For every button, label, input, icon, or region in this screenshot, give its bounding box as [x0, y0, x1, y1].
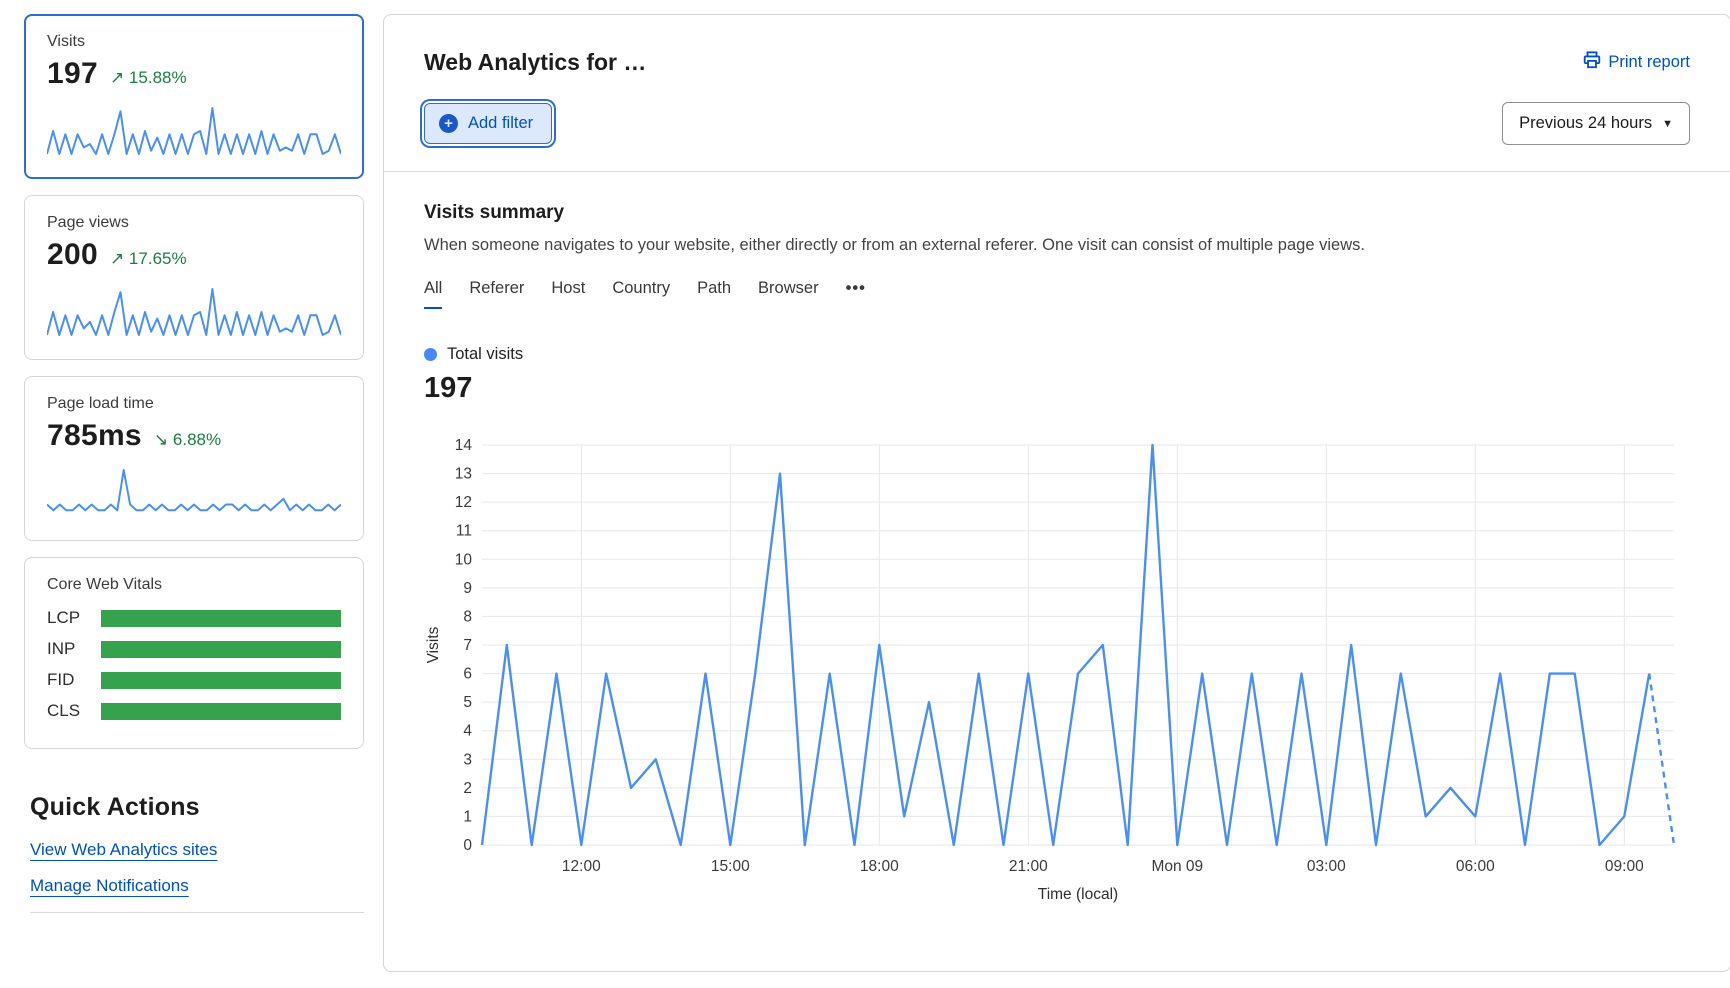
vital-bar-good: [101, 672, 341, 689]
metric-card-visits[interactable]: Visits 197 ↗ 15.88%: [24, 14, 364, 179]
plus-circle-icon: +: [439, 114, 458, 133]
chevron-down-icon: ▼: [1662, 118, 1673, 130]
vital-row-cls: CLS: [47, 701, 341, 721]
quick-action-link[interactable]: View Web Analytics sites: [30, 840, 217, 860]
metric-delta: ↗ 15.88%: [110, 68, 187, 88]
svg-text:13: 13: [455, 466, 472, 483]
page: Visits197↗ 15.88%Page views200↗ 17.65%Pa…: [0, 0, 1730, 972]
svg-text:2: 2: [463, 780, 472, 797]
vital-label: LCP: [47, 608, 85, 628]
quick-action-link[interactable]: Manage Notifications: [30, 876, 189, 896]
metric-card-page-load-time[interactable]: Page load time 785ms ↘ 6.88%: [24, 376, 364, 541]
svg-text:9: 9: [463, 580, 472, 597]
metrics-sidebar: Visits197↗ 15.88%Page views200↗ 17.65%Pa…: [24, 14, 364, 972]
legend-dot-icon: [424, 348, 437, 361]
visits-summary-section: Visits summary When someone navigates to…: [384, 172, 1730, 916]
quick-actions-title: Quick Actions: [30, 793, 364, 822]
add-filter-label: Add filter: [468, 114, 533, 133]
printer-icon: [1583, 51, 1601, 74]
panel-header: Web Analytics for … Print report + A: [384, 15, 1730, 171]
svg-text:09:00: 09:00: [1605, 858, 1644, 875]
svg-text:15:00: 15:00: [711, 858, 750, 875]
tab-country[interactable]: Country: [612, 279, 670, 309]
svg-text:03:00: 03:00: [1307, 858, 1346, 875]
svg-text:12: 12: [455, 494, 472, 511]
svg-text:0: 0: [463, 837, 472, 854]
vital-row-lcp: LCP: [47, 608, 341, 628]
print-report-label: Print report: [1608, 53, 1690, 72]
metric-card-title: Page load time: [47, 395, 341, 413]
chart-legend: Total visits: [424, 345, 1690, 364]
svg-text:5: 5: [463, 694, 472, 711]
vital-row-fid: FID: [47, 670, 341, 690]
tab-overflow-menu[interactable]: •••: [846, 279, 866, 309]
vital-label: CLS: [47, 701, 85, 721]
metric-card-list: Visits197↗ 15.88%Page views200↗ 17.65%Pa…: [24, 14, 364, 541]
visits-line-chart: 0123456789101112131412:0015:0018:0021:00…: [424, 433, 1690, 916]
svg-text:Time (local): Time (local): [1038, 886, 1118, 903]
svg-text:8: 8: [463, 608, 472, 625]
metric-value: 200: [47, 238, 98, 272]
vital-bar-good: [101, 641, 341, 658]
page-title: Web Analytics for …: [424, 49, 646, 76]
tab-path[interactable]: Path: [697, 279, 731, 309]
metric-card-title: Page views: [47, 214, 341, 232]
metric-card-value-row: 200 ↗ 17.65%: [47, 238, 341, 272]
svg-text:Mon 09: Mon 09: [1151, 858, 1203, 875]
metric-card-value-row: 785ms ↘ 6.88%: [47, 419, 341, 453]
svg-text:Visits: Visits: [425, 626, 442, 663]
dimension-tabs: All Referer Host Country Path Browser •••: [424, 279, 1690, 309]
svg-text:11: 11: [456, 523, 472, 540]
vital-bar-good: [101, 703, 341, 720]
add-filter-button[interactable]: + Add filter: [424, 103, 552, 144]
svg-text:1: 1: [463, 808, 472, 825]
svg-text:18:00: 18:00: [860, 858, 899, 875]
time-range-dropdown[interactable]: Previous 24 hours ▼: [1502, 102, 1690, 145]
metric-delta: ↘ 6.88%: [154, 430, 221, 450]
quick-actions: Quick Actions View Web Analytics sites Ma…: [24, 793, 364, 913]
vital-label: INP: [47, 639, 85, 659]
visits-summary-description: When someone navigates to your website, …: [424, 236, 1690, 255]
svg-text:7: 7: [463, 637, 472, 654]
core-web-vitals-rows: LCP INP FID CLS: [47, 608, 341, 721]
metric-sparkline: [47, 105, 341, 162]
svg-text:14: 14: [455, 437, 473, 454]
core-web-vitals-card[interactable]: Core Web Vitals LCP INP FID CLS: [24, 557, 364, 749]
sidebar-divider: [30, 912, 364, 913]
analytics-panel: Web Analytics for … Print report + A: [383, 14, 1730, 972]
svg-text:06:00: 06:00: [1456, 858, 1495, 875]
metric-card-title: Visits: [47, 33, 341, 51]
metric-sparkline: [47, 286, 341, 343]
svg-text:3: 3: [463, 751, 472, 768]
vital-row-inp: INP: [47, 639, 341, 659]
svg-text:21:00: 21:00: [1009, 858, 1048, 875]
tab-referer[interactable]: Referer: [469, 279, 524, 309]
print-report-link[interactable]: Print report: [1583, 51, 1690, 74]
vital-label: FID: [47, 670, 85, 690]
tab-all[interactable]: All: [424, 279, 442, 309]
tab-host[interactable]: Host: [551, 279, 585, 309]
metric-value: 197: [47, 57, 98, 91]
core-web-vitals-title: Core Web Vitals: [47, 576, 341, 594]
legend-label: Total visits: [447, 345, 523, 364]
metric-value: 785ms: [47, 419, 142, 453]
visits-summary-title: Visits summary: [424, 202, 1690, 224]
total-visits-value: 197: [424, 372, 1690, 405]
svg-text:4: 4: [463, 723, 472, 740]
svg-text:10: 10: [455, 551, 473, 568]
vital-bar-good: [101, 610, 341, 627]
metric-card-value-row: 197 ↗ 15.88%: [47, 57, 341, 91]
svg-text:12:00: 12:00: [562, 858, 601, 875]
metric-sparkline: [47, 467, 341, 524]
svg-text:6: 6: [463, 666, 472, 683]
metric-card-page-views[interactable]: Page views 200 ↗ 17.65%: [24, 195, 364, 360]
quick-actions-links: View Web Analytics sites Manage Notificat…: [30, 840, 364, 896]
tab-browser[interactable]: Browser: [758, 279, 819, 309]
metric-delta: ↗ 17.65%: [110, 249, 187, 269]
time-range-label: Previous 24 hours: [1519, 114, 1652, 133]
